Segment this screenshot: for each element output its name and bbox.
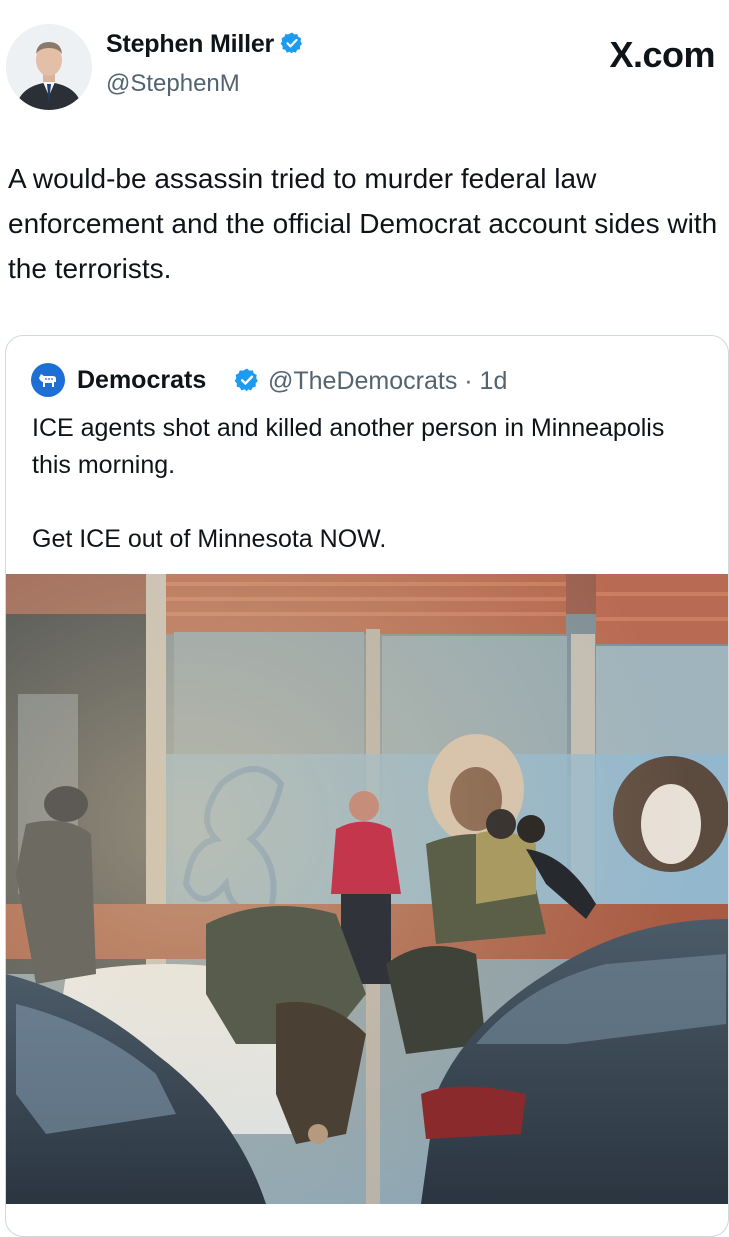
quoted-post-card[interactable]: Democrats @TheDemocrats · 1d ICE agents …: [5, 335, 729, 1237]
quoted-text-line-2: Get ICE out of Minnesota NOW.: [32, 525, 387, 553]
quoted-post-body: ICE agents shot and killed another perso…: [32, 410, 692, 558]
verified-badge-icon: [280, 32, 303, 54]
author-name[interactable]: Stephen Miller: [106, 30, 304, 59]
quoted-author-name[interactable]: Democrats: [77, 366, 206, 395]
democrats-avatar[interactable]: [31, 363, 65, 397]
post-header: Stephen Miller @StephenM X.com: [0, 0, 729, 120]
donkey-logo-icon: [39, 374, 56, 387]
author-avatar[interactable]: [6, 24, 92, 110]
post-text: A would-be assassin tried to murder fede…: [8, 163, 718, 284]
post-body: A would-be assassin tried to murder fede…: [8, 156, 720, 291]
quoted-author-handle-time[interactable]: @TheDemocrats · 1d: [268, 367, 507, 396]
street-scene-video-thumbnail: [6, 574, 728, 1204]
quoted-media-video[interactable]: [6, 574, 728, 1204]
quoted-text-line-1: ICE agents shot and killed another perso…: [32, 414, 665, 479]
author-handle[interactable]: @StephenM: [106, 70, 240, 98]
person-portrait-icon: [6, 24, 92, 110]
verified-badge-icon: [234, 368, 258, 392]
x-com-logo: X.com: [609, 34, 715, 75]
author-name-text[interactable]: Stephen Miller: [106, 30, 274, 58]
